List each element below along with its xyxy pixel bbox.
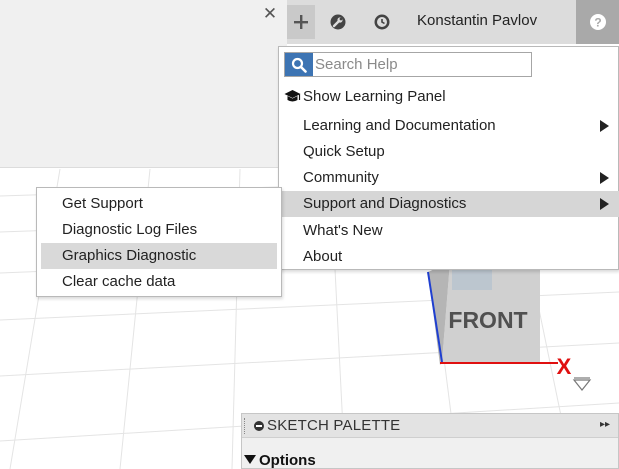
job-status-button[interactable] <box>369 5 395 39</box>
search-icon <box>291 57 307 73</box>
menu-item-label: What's New <box>303 222 383 239</box>
submenu-arrow-icon <box>600 120 609 132</box>
sketch-palette: SKETCH PALETTE ▸▸ Options <box>241 413 619 469</box>
menu-item-community[interactable]: Community <box>280 165 619 191</box>
help-button[interactable]: ? <box>576 0 619 44</box>
viewcube-menu-icon[interactable] <box>572 377 592 391</box>
search-help-input[interactable] <box>315 54 527 75</box>
browser-panel: ✕ <box>0 0 287 168</box>
submenu-item-get-support[interactable]: Get Support <box>41 191 277 217</box>
options-section-toggle[interactable]: Options <box>244 452 316 469</box>
menu-item-about[interactable]: About <box>280 244 619 270</box>
menu-item-label: Quick Setup <box>303 143 385 160</box>
viewcube-front-label[interactable]: FRONT <box>448 307 527 333</box>
menu-item-support-diagnostics[interactable]: Support and Diagnostics <box>280 191 619 217</box>
submenu-item-graphics-diagnostic[interactable]: Graphics Diagnostic <box>41 243 277 269</box>
menu-item-label: About <box>303 248 343 265</box>
new-tab-button[interactable] <box>287 5 315 39</box>
viewcube[interactable]: FRONT X <box>420 262 595 402</box>
x-axis-label: X <box>557 354 572 379</box>
submenu-arrow-icon <box>600 198 609 210</box>
drag-handle-icon[interactable] <box>244 418 247 434</box>
plus-icon <box>294 15 308 29</box>
expand-arrows-icon[interactable]: ▸▸ <box>600 419 610 430</box>
sketch-palette-title: SKETCH PALETTE <box>267 417 401 434</box>
help-search-box <box>284 52 532 77</box>
user-account-name[interactable]: Konstantin Pavlov <box>417 12 537 29</box>
search-button[interactable] <box>285 53 313 76</box>
extensions-button[interactable] <box>325 5 351 39</box>
menu-item-show-learning-panel[interactable]: Show Learning Panel <box>280 84 619 110</box>
options-section-label: Options <box>259 452 316 469</box>
question-icon: ? <box>589 14 606 30</box>
help-menu: Show Learning Panel Learning and Documen… <box>278 46 619 270</box>
menu-item-label: Support and Diagnostics <box>303 195 467 212</box>
sketch-palette-header[interactable]: SKETCH PALETTE ▸▸ <box>242 414 618 438</box>
collapse-icon[interactable] <box>254 421 264 431</box>
submenu-arrow-icon <box>600 172 609 184</box>
submenu-item-label: Graphics Diagnostic <box>62 247 197 264</box>
support-diagnostics-submenu: Get Support Diagnostic Log Files Graphic… <box>36 187 282 297</box>
svg-text:?: ? <box>594 16 601 30</box>
top-toolbar: Konstantin Pavlov ? <box>287 0 619 44</box>
menu-item-learning-documentation[interactable]: Learning and Documentation <box>280 113 619 139</box>
menu-item-label: Show Learning Panel <box>303 88 446 105</box>
submenu-item-clear-cache[interactable]: Clear cache data <box>41 269 277 295</box>
submenu-item-label: Get Support <box>62 195 143 212</box>
menu-item-whats-new[interactable]: What's New <box>280 218 619 244</box>
submenu-item-diagnostic-log-files[interactable]: Diagnostic Log Files <box>41 217 277 243</box>
submenu-item-label: Clear cache data <box>62 273 176 290</box>
graduation-cap-icon <box>284 90 301 102</box>
triangle-down-icon <box>244 455 256 464</box>
close-icon[interactable]: ✕ <box>262 5 278 22</box>
menu-item-label: Learning and Documentation <box>303 117 496 134</box>
clock-icon <box>374 14 390 30</box>
wrench-icon <box>330 14 346 30</box>
menu-item-quick-setup[interactable]: Quick Setup <box>280 139 619 165</box>
submenu-item-label: Diagnostic Log Files <box>62 221 198 238</box>
menu-item-label: Community <box>303 169 379 186</box>
